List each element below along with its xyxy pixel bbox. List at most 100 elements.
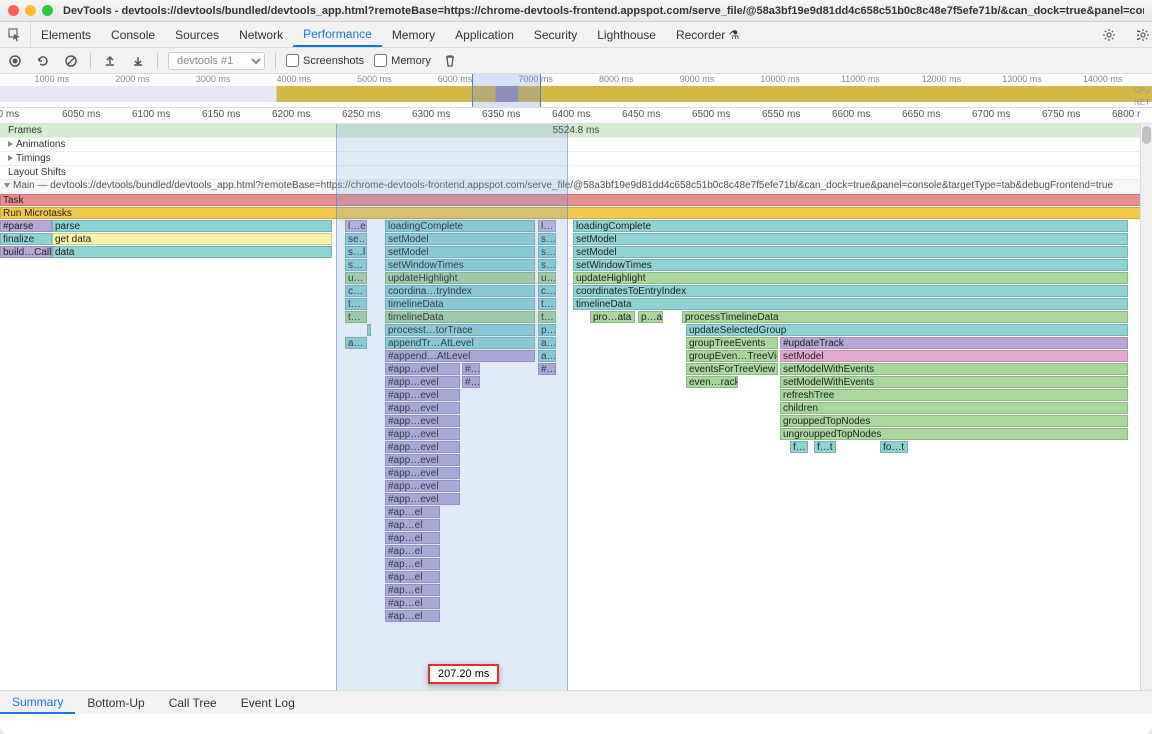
flame-bar[interactable]: #app…evel <box>385 415 460 427</box>
tab-performance[interactable]: Performance <box>293 22 382 47</box>
collect-garbage-button[interactable] <box>441 52 459 70</box>
flame-bar[interactable]: refreshTree <box>780 389 1128 401</box>
flame-bar[interactable]: l… <box>538 220 556 232</box>
flame-bar[interactable]: processt…torTrace <box>385 324 535 336</box>
flame-bar[interactable]: #… <box>538 363 556 375</box>
flame-bar[interactable]: #ap…el <box>385 558 440 570</box>
flame-bar[interactable]: setModel <box>385 246 535 258</box>
details-tab-summary[interactable]: Summary <box>0 691 75 714</box>
flame-bar[interactable]: t… <box>345 298 367 310</box>
zoom-window-button[interactable] <box>42 5 53 16</box>
flame-bar[interactable]: c… <box>538 285 556 297</box>
flame-bar[interactable]: build…Calls <box>0 246 52 258</box>
flame-bar[interactable]: #ap…el <box>385 584 440 596</box>
flame-bar[interactable]: setModel <box>573 246 1128 258</box>
clear-button[interactable] <box>62 52 80 70</box>
tab-elements[interactable]: Elements <box>31 22 101 47</box>
flame-bar[interactable]: coordinatesToEntryIndex <box>573 285 1128 297</box>
timeline-overview[interactable]: 1000 ms2000 ms3000 ms4000 ms5000 ms6000 … <box>0 74 1152 108</box>
minimize-window-button[interactable] <box>25 5 36 16</box>
vertical-scrollbar[interactable] <box>1140 124 1152 714</box>
flame-bar[interactable]: #parse <box>0 220 52 232</box>
settings-icon[interactable] <box>1094 28 1124 42</box>
memory-checkbox[interactable]: Memory <box>374 54 431 67</box>
save-profile-button[interactable] <box>129 52 147 70</box>
inspect-icon[interactable] <box>0 22 31 47</box>
flame-bar[interactable]: u… <box>345 272 367 284</box>
flame-bar[interactable]: #app…evel <box>385 363 460 375</box>
flame-bar[interactable]: even…rack <box>686 376 738 388</box>
flame-bar[interactable]: #append…AtLevel <box>385 350 535 362</box>
flame-bar[interactable]: a… <box>345 337 367 349</box>
detail-ruler[interactable]: 00 ms6050 ms6100 ms6150 ms6200 ms6250 ms… <box>0 108 1152 124</box>
animations-track[interactable]: Animations <box>0 138 1152 152</box>
flame-bar[interactable]: groupTreeEvents <box>686 337 778 349</box>
flame-bar[interactable]: s… <box>538 246 556 258</box>
flame-chart[interactable]: Frames 5524.8 ms Animations Timings Layo… <box>0 124 1152 714</box>
flame-bar[interactable]: processTimelineData <box>682 311 1128 323</box>
flame-bar[interactable]: timelineData <box>573 298 1128 310</box>
flame-bar[interactable]: timelineData <box>385 311 535 323</box>
flame-bar[interactable]: fo…t <box>880 441 908 453</box>
flame-bar[interactable]: a… <box>538 350 556 362</box>
flame-bar[interactable]: eventsForTreeView <box>686 363 778 375</box>
flame-bar[interactable]: #ap…el <box>385 597 440 609</box>
flame-bar[interactable]: s… <box>345 259 367 271</box>
flame-bar[interactable]: #app…evel <box>385 480 460 492</box>
tab-application[interactable]: Application <box>445 22 524 47</box>
flame-bar[interactable]: #ap…el <box>385 506 440 518</box>
load-profile-button[interactable] <box>101 52 119 70</box>
flame-bar[interactable]: c… <box>345 285 367 297</box>
flame-bar[interactable]: #ap…el <box>385 519 440 531</box>
flame-bar[interactable]: l…e <box>345 220 367 232</box>
flame-bar[interactable]: Run Microtasks <box>0 207 1152 219</box>
flame-bar[interactable]: loadingComplete <box>573 220 1128 232</box>
flame-bar[interactable]: pro…ata <box>590 311 635 323</box>
flame-bar[interactable]: #app…evel <box>385 428 460 440</box>
flame-bar[interactable]: s… <box>538 233 556 245</box>
flame-bar[interactable]: ungrouppedTopNodes <box>780 428 1128 440</box>
flame-bar[interactable]: p…a <box>638 311 663 323</box>
flame-bar[interactable]: u… <box>538 272 556 284</box>
flame-bar[interactable]: groupEven…TreeView <box>686 350 778 362</box>
reload-button[interactable] <box>34 52 52 70</box>
flame-bar[interactable]: #ap…el <box>385 610 440 622</box>
flame-bar[interactable]: #ap…el <box>385 545 440 557</box>
flame-bar[interactable]: f…t <box>814 441 836 453</box>
frames-track[interactable]: Frames 5524.8 ms <box>0 124 1152 138</box>
flame-bar[interactable]: data <box>52 246 332 258</box>
flame-bar[interactable]: p… <box>538 324 556 336</box>
tab-lighthouse[interactable]: Lighthouse <box>587 22 666 47</box>
tab-recorder-[interactable]: Recorder ⚗ <box>666 22 749 47</box>
flame-bar[interactable]: #ap…el <box>385 571 440 583</box>
flame-bar[interactable]: setModel <box>385 233 535 245</box>
capture-settings-icon[interactable] <box>1136 28 1150 42</box>
flame-bar[interactable]: updateHighlight <box>573 272 1128 284</box>
flame-bar[interactable]: s… <box>538 259 556 271</box>
details-tab-event-log[interactable]: Event Log <box>229 691 307 714</box>
flame-bar[interactable]: f… <box>790 441 808 453</box>
flame-bar[interactable]: setModelWithEvents <box>780 376 1128 388</box>
flame-bar[interactable]: t… <box>345 311 367 323</box>
flame-bar[interactable]: #app…evel <box>385 402 460 414</box>
flame-bar[interactable]: #app…evel <box>385 389 460 401</box>
flame-bar[interactable]: #…l <box>462 376 480 388</box>
close-window-button[interactable] <box>8 5 19 16</box>
flame-bar[interactable]: setModelWithEvents <box>780 363 1128 375</box>
flame-bar[interactable]: appendTr…AtLevel <box>385 337 535 349</box>
flame-bar[interactable]: timelineData <box>385 298 535 310</box>
flame-bar[interactable]: children <box>780 402 1128 414</box>
flame-bar[interactable]: se…l <box>345 233 367 245</box>
layout-shifts-track[interactable]: Layout Shifts <box>0 166 1152 180</box>
flame-bar[interactable]: #app…evel <box>385 454 460 466</box>
flame-bar[interactable]: #…l <box>462 363 480 375</box>
target-select[interactable]: devtools #1 <box>168 52 265 70</box>
flame-bar[interactable]: setWindowTimes <box>573 259 1128 271</box>
flame-bar[interactable]: a… <box>538 337 556 349</box>
timings-track[interactable]: Timings <box>0 152 1152 166</box>
flame-bar[interactable]: #app…evel <box>385 467 460 479</box>
flame-bar[interactable]: parse <box>52 220 332 232</box>
flame-bar[interactable]: updateSelectedGroup <box>686 324 1128 336</box>
flame-bar[interactable]: updateHighlight <box>385 272 535 284</box>
flame-bar[interactable]: setModel <box>573 233 1128 245</box>
